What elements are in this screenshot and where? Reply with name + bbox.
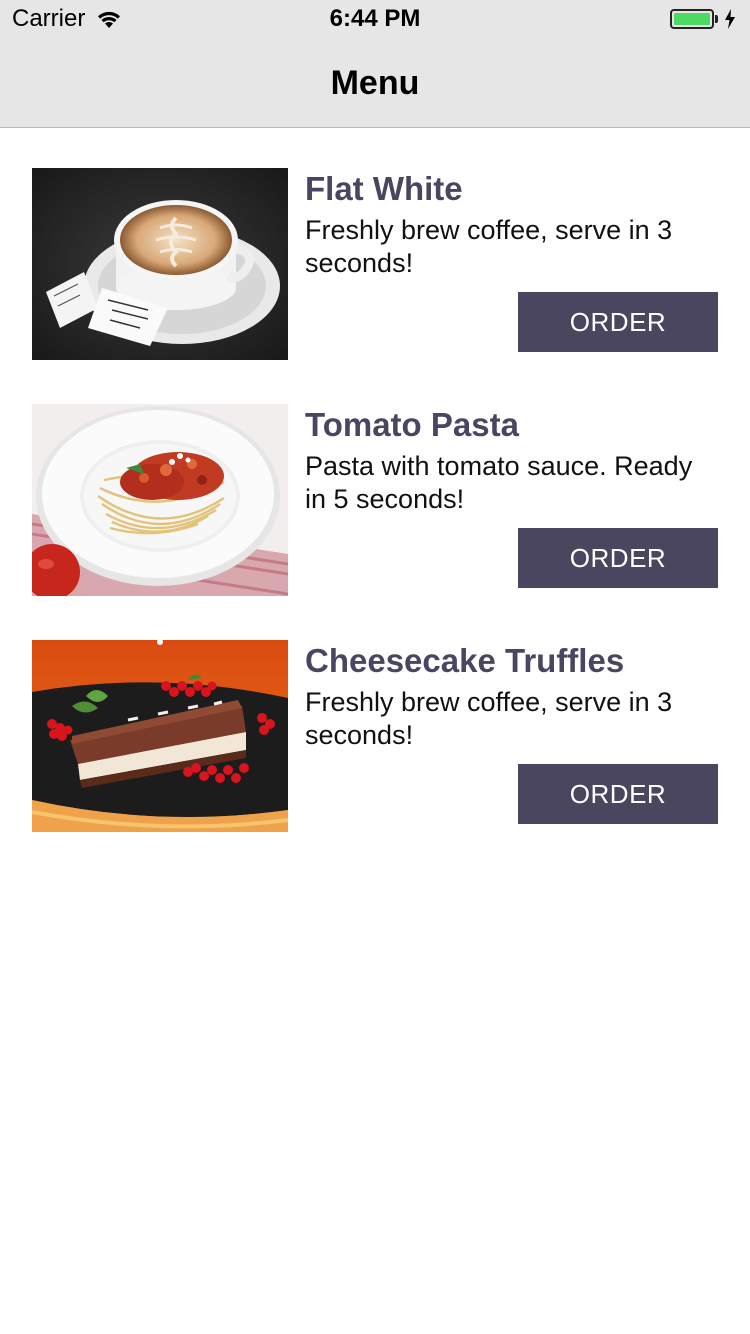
flat-white-photo	[32, 168, 288, 360]
menu-item-info: Tomato Pasta Pasta with tomato sauce. Re…	[305, 404, 718, 596]
status-time: 6:44 PM	[329, 5, 421, 32]
menu-item-cheesecake-truffles: Cheesecake Truffles Freshly brew coffee,…	[32, 640, 718, 832]
battery-level-fill	[674, 13, 710, 25]
item-title: Cheesecake Truffles	[305, 642, 625, 679]
menu-item-info: Cheesecake Truffles Freshly brew coffee,…	[305, 640, 718, 832]
page-title: Menu	[330, 64, 420, 102]
item-title: Tomato Pasta	[305, 406, 519, 443]
battery-indicator	[670, 9, 736, 29]
navigation-bar: Carrier 6:44 PM Menu	[0, 0, 750, 128]
item-description: Freshly brew coffee, serve in 3 seconds!	[305, 687, 673, 750]
menu-item-info: Flat White Freshly brew coffee, serve in…	[305, 168, 718, 360]
order-button-cheesecake-truffles[interactable]: ORDER	[518, 764, 718, 824]
menu-item-tomato-pasta: Tomato Pasta Pasta with tomato sauce. Re…	[32, 404, 718, 596]
menu-item-flat-white: Flat White Freshly brew coffee, serve in…	[32, 168, 718, 360]
status-bar: Carrier 6:44 PM	[0, 0, 750, 40]
item-description: Pasta with tomato sauce. Ready in 5 seco…	[305, 451, 693, 514]
order-button-tomato-pasta[interactable]: ORDER	[518, 528, 718, 588]
battery-nub	[715, 15, 718, 23]
item-description: Freshly brew coffee, serve in 3 seconds!	[305, 215, 673, 278]
bolt-icon	[725, 9, 735, 29]
cheesecake-photo	[32, 640, 288, 832]
tomato-pasta-photo	[32, 404, 288, 596]
battery-icon	[670, 9, 714, 29]
order-button-flat-white[interactable]: ORDER	[518, 292, 718, 352]
item-title: Flat White	[305, 170, 463, 207]
